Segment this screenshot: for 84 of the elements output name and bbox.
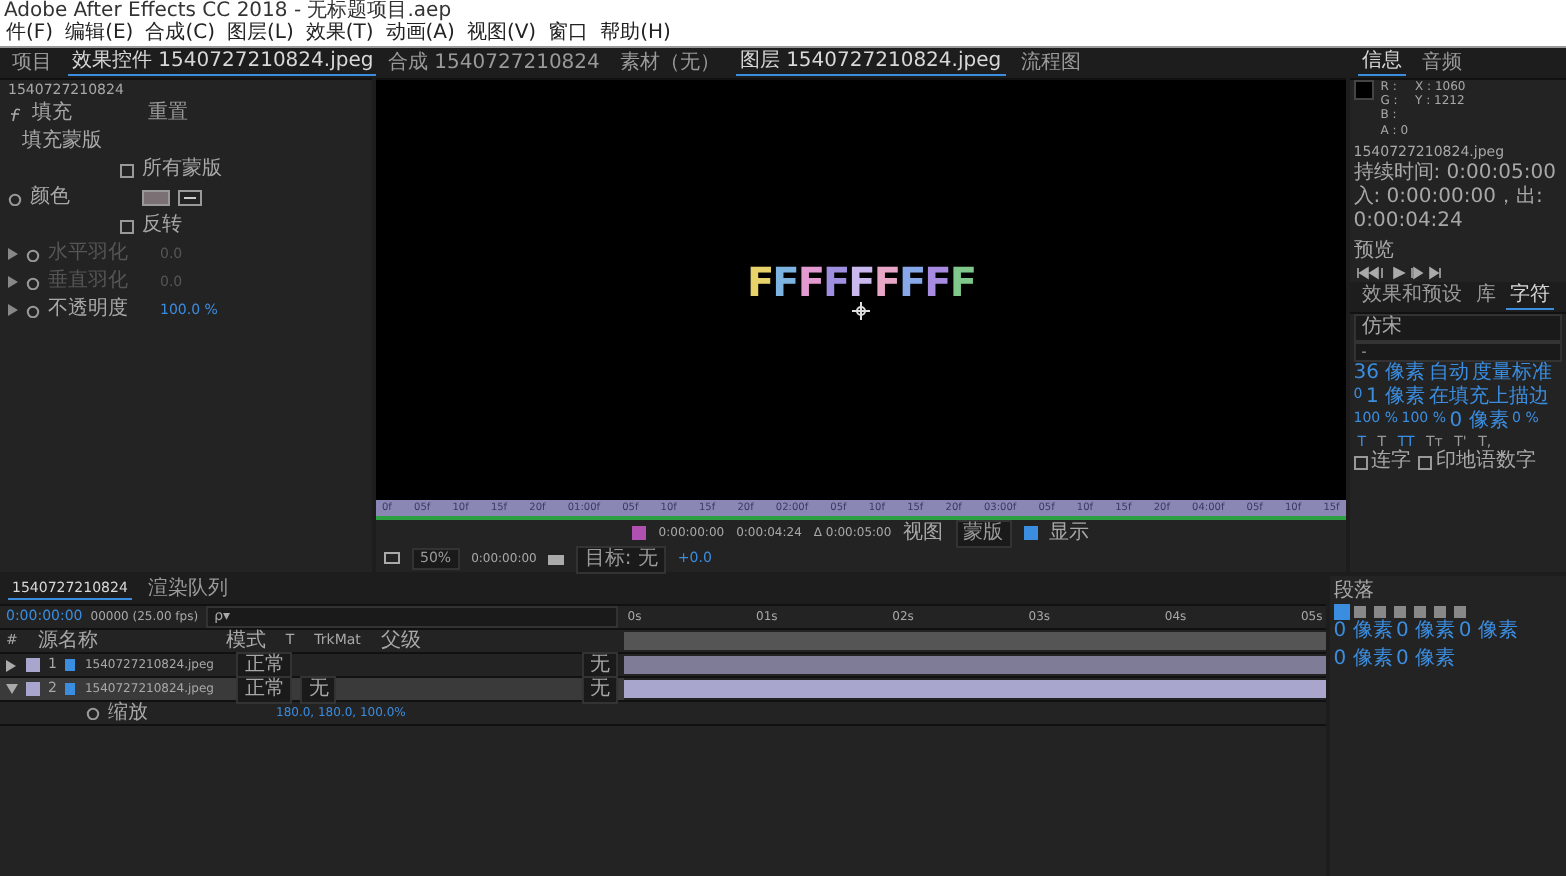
checkbox-label: 连字 bbox=[1371, 450, 1411, 475]
info-line: 持续时间: 0:00:05:00 bbox=[1353, 161, 1558, 185]
anchor-point-icon bbox=[852, 301, 870, 319]
panel-tab[interactable]: 音频 bbox=[1418, 51, 1466, 75]
character-field[interactable]: 0 像素 bbox=[1449, 409, 1509, 434]
character-field[interactable]: 36 像素 bbox=[1353, 361, 1426, 386]
paragraph-field[interactable]: 0 像素 bbox=[1333, 647, 1393, 671]
window-title: Adobe After Effects CC 2018 - 无标题项目.aep bbox=[0, 0, 1566, 22]
panel-title: 段落 bbox=[1333, 579, 1376, 604]
panel-tab[interactable]: 信息 bbox=[1358, 50, 1406, 76]
trkmat-dropdown[interactable]: 无 bbox=[300, 675, 337, 703]
view-dropdown[interactable]: 蒙版 bbox=[955, 519, 1012, 547]
letter-artwork: F bbox=[949, 261, 976, 301]
letter-artwork: F bbox=[848, 261, 874, 301]
mode-dropdown[interactable]: 正常 bbox=[236, 651, 293, 679]
parent-dropdown[interactable]: 无 bbox=[582, 651, 618, 679]
stopwatch-icon bbox=[86, 706, 100, 720]
paragraph-field[interactable]: 0 像素 bbox=[1333, 619, 1393, 644]
paragraph-field[interactable]: 0 像素 bbox=[1458, 619, 1518, 644]
checkbox-label: 反转 bbox=[142, 214, 182, 239]
column-header: 父级 bbox=[380, 629, 421, 653]
panel-tab[interactable]: 渲染队列 bbox=[143, 578, 232, 602]
menu-item[interactable]: 件(F) bbox=[0, 22, 60, 46]
panel-tab[interactable]: 项目 bbox=[8, 51, 56, 75]
show-label: 显示 bbox=[1049, 521, 1090, 545]
parent-dropdown[interactable]: 无 bbox=[582, 675, 618, 703]
target-dropdown[interactable]: 目标: 无 bbox=[576, 545, 666, 573]
property-label: 颜色 bbox=[30, 186, 72, 211]
letter-artwork: F bbox=[899, 261, 925, 301]
show-checkbox[interactable] bbox=[1023, 526, 1038, 540]
letter-artwork: F bbox=[772, 261, 798, 301]
color-swatch[interactable] bbox=[142, 190, 170, 207]
character-field[interactable]: 度量标准 bbox=[1472, 361, 1553, 386]
view-label: 视图 bbox=[903, 521, 944, 545]
stopwatch-icon bbox=[8, 191, 22, 206]
checkbox[interactable] bbox=[120, 163, 134, 178]
panel-tab[interactable]: 合成 1540727210824 bbox=[384, 51, 604, 75]
menu-item[interactable]: 动画(A) bbox=[379, 22, 461, 46]
reset-link[interactable]: 重置 bbox=[144, 102, 192, 127]
letter-artwork: F bbox=[797, 261, 823, 301]
character-field[interactable]: 在填充上描边 bbox=[1428, 385, 1549, 410]
paragraph-field[interactable]: 0 像素 bbox=[1396, 619, 1456, 644]
panel-tab[interactable]: 效果和预设 bbox=[1358, 284, 1466, 309]
panel-tab[interactable]: 图层 1540727210824.jpeg bbox=[735, 50, 1006, 76]
color-chip bbox=[632, 526, 647, 540]
font-dropdown[interactable]: 仿宋 bbox=[1353, 313, 1563, 342]
mode-dropdown[interactable]: 正常 bbox=[236, 675, 293, 703]
checkbox-label: 所有蒙版 bbox=[142, 158, 222, 183]
letter-artwork: F bbox=[873, 261, 899, 301]
property-name: 缩放 bbox=[108, 701, 150, 725]
checkbox[interactable] bbox=[1353, 455, 1368, 470]
panel-title: 预览 bbox=[1353, 240, 1396, 265]
menu-item[interactable]: 编辑(E) bbox=[59, 22, 140, 46]
expand-arrow-icon bbox=[8, 248, 18, 261]
checkbox[interactable] bbox=[120, 219, 134, 234]
panel-tab[interactable]: 流程图 bbox=[1017, 51, 1086, 75]
menu-item[interactable]: 效果(T) bbox=[299, 22, 380, 46]
menu-item[interactable]: 合成(C) bbox=[139, 22, 221, 46]
fx-icon bbox=[8, 107, 24, 122]
property-label: 不透明度 bbox=[48, 298, 130, 323]
menu-item[interactable]: 帮助(H) bbox=[594, 22, 677, 46]
letter-artwork: F bbox=[746, 261, 773, 301]
panel-tab[interactable]: 素材（无） bbox=[615, 51, 724, 75]
checkbox-label: 印地语数字 bbox=[1435, 450, 1536, 475]
color-sample bbox=[1353, 80, 1374, 100]
panel-tab[interactable]: 库 bbox=[1472, 284, 1500, 309]
menu-item[interactable]: 图层(L) bbox=[220, 22, 300, 46]
column-header: 模式 bbox=[225, 629, 266, 653]
effect-name: 填充 bbox=[32, 102, 74, 127]
info-line: 入: 0:00:00:00，出: 0:00:04:24 bbox=[1353, 185, 1545, 234]
letter-artwork: F bbox=[822, 261, 849, 301]
expand-arrow-icon bbox=[8, 304, 18, 317]
monitor-icon bbox=[384, 552, 400, 566]
letter-artwork: F bbox=[924, 261, 950, 301]
expand-arrow-icon bbox=[8, 276, 18, 289]
column-header: 源名称 bbox=[37, 629, 98, 653]
menu-item[interactable]: 窗口 bbox=[542, 22, 595, 46]
paragraph-field[interactable]: 0 像素 bbox=[1396, 647, 1456, 671]
character-field[interactable]: 1 像素 bbox=[1365, 385, 1426, 410]
panel-tab[interactable]: 字符 bbox=[1506, 283, 1554, 310]
checkbox[interactable] bbox=[1418, 455, 1432, 470]
character-field[interactable]: 自动 bbox=[1428, 361, 1469, 386]
menu-item[interactable]: 视图(V) bbox=[460, 22, 543, 46]
property-label: 填充蒙版 bbox=[22, 130, 104, 155]
